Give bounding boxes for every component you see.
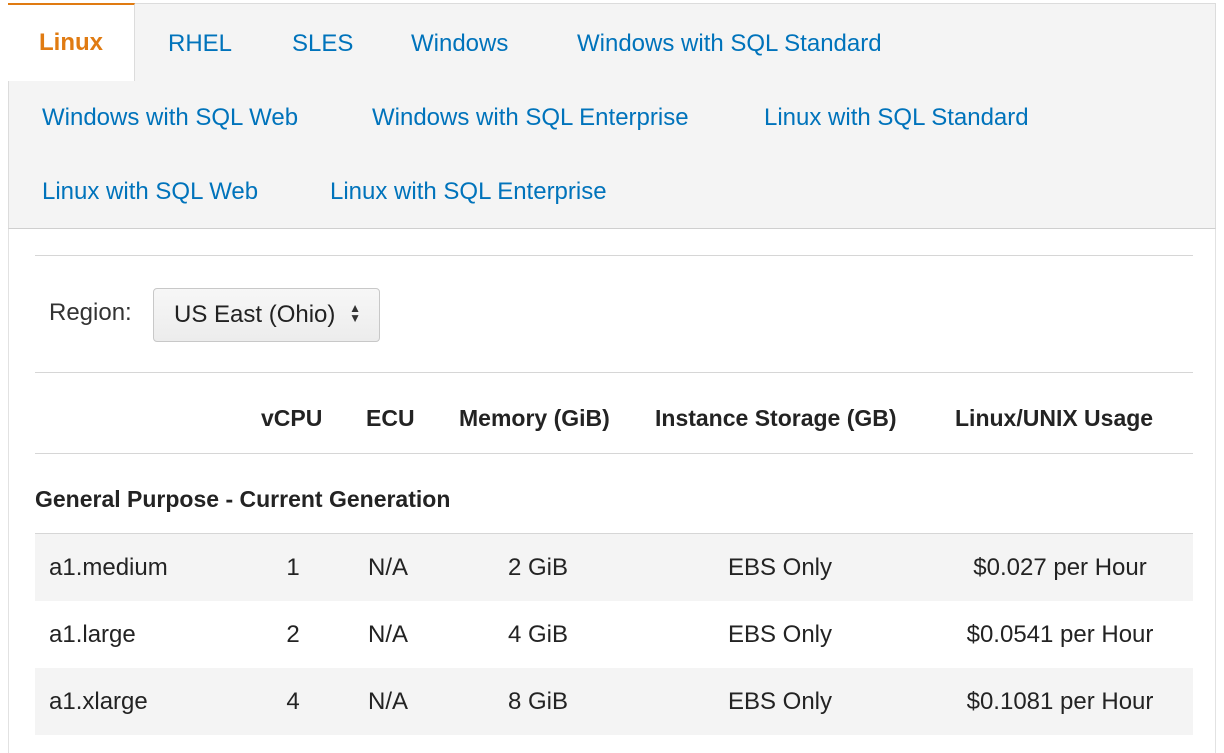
header-vcpu: vCPU	[261, 405, 323, 431]
cell-memory: 4 GiB	[507, 621, 569, 648]
header-storage: Instance Storage (GB)	[655, 405, 897, 431]
tab-windows-sql-enterprise[interactable]: Windows with SQL Enterprise	[372, 103, 689, 133]
tab-windows-sql-web[interactable]: Windows with SQL Web	[42, 103, 298, 133]
tab-linux-sql-web[interactable]: Linux with SQL Web	[42, 177, 258, 207]
tab-sles[interactable]: SLES	[292, 29, 353, 59]
table-row: a1.large 2 N/A 4 GiB EBS Only $0.0541 pe…	[35, 601, 1193, 668]
cell-instance: a1.large	[49, 621, 136, 648]
cell-ecu: N/A	[368, 621, 409, 648]
cell-memory: 8 GiB	[507, 688, 569, 715]
pricing-content: Region: US East (Ohio) ▲ ▼ vCPU ECU Memor…	[8, 229, 1216, 753]
tab-linux-sql-standard[interactable]: Linux with SQL Standard	[764, 103, 1029, 133]
divider	[35, 453, 1193, 454]
os-tabs: Linux RHEL SLES Windows Windows with SQL…	[8, 3, 1216, 229]
cell-instance: a1.xlarge	[49, 688, 148, 715]
cell-vcpu: 4	[286, 688, 300, 715]
cell-vcpu: 1	[286, 554, 300, 581]
header-usage: Linux/UNIX Usage	[955, 405, 1154, 431]
cell-storage: EBS Only	[727, 621, 833, 648]
cell-storage: EBS Only	[727, 688, 833, 715]
tab-linux-sql-enterprise[interactable]: Linux with SQL Enterprise	[330, 177, 607, 207]
cell-instance: a1.medium	[49, 554, 168, 581]
region-select[interactable]: US East (Ohio) ▲ ▼	[153, 288, 380, 342]
table-row: a1.xlarge 4 N/A 8 GiB EBS Only $0.1081 p…	[35, 668, 1193, 735]
section-title: General Purpose - Current Generation	[35, 486, 451, 512]
tab-rhel[interactable]: RHEL	[168, 29, 232, 59]
cell-ecu: N/A	[368, 688, 409, 715]
cell-price: $0.027 per Hour	[973, 554, 1147, 581]
tab-windows-sql-standard[interactable]: Windows with SQL Standard	[577, 29, 882, 59]
cell-memory: 2 GiB	[507, 554, 569, 581]
divider	[35, 255, 1193, 256]
select-arrows-icon: ▲ ▼	[349, 301, 361, 325]
cell-ecu: N/A	[368, 554, 409, 581]
cell-price: $0.0541 per Hour	[966, 621, 1154, 648]
header-memory: Memory (GiB)	[459, 405, 610, 431]
divider	[35, 372, 1193, 373]
region-label: Region:	[49, 299, 132, 326]
cell-vcpu: 2	[286, 621, 300, 648]
cell-price: $0.1081 per Hour	[966, 688, 1154, 715]
header-ecu: ECU	[366, 405, 415, 431]
region-selected-value: US East (Ohio)	[174, 301, 336, 328]
tab-windows[interactable]: Windows	[411, 29, 508, 59]
table-row: a1.medium 1 N/A 2 GiB EBS Only $0.027 pe…	[35, 534, 1193, 601]
cell-storage: EBS Only	[727, 554, 833, 581]
tab-linux[interactable]: Linux	[8, 3, 135, 81]
